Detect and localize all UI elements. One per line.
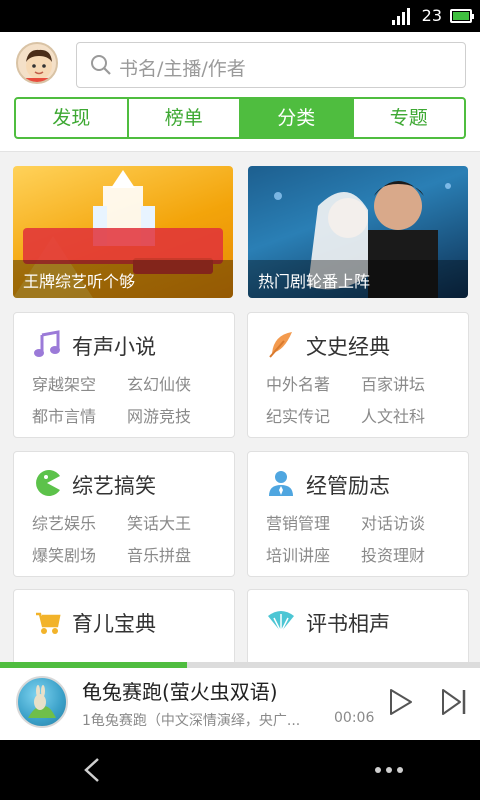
subcategory-link[interactable]: 网游竞技: [127, 403, 191, 427]
music-note-icon: [34, 330, 60, 357]
category-title: 综艺搞笑: [72, 474, 156, 498]
mini-player[interactable]: 龟兔赛跑(萤火虫双语) 1龟兔赛跑（中文深情演绎，央广... 00:06: [0, 668, 480, 740]
category-classics[interactable]: 文史经典 中外名著 百家讲坛 纪实传记 人文社科: [247, 312, 469, 438]
subcategory-link[interactable]: 音乐拼盘: [127, 542, 191, 566]
subcategory-link[interactable]: 中外名著: [266, 371, 330, 395]
category-storytelling[interactable]: 评书相声: [247, 589, 469, 662]
category-parenting[interactable]: 育儿宝典: [13, 589, 235, 662]
tab-topics[interactable]: 专题: [354, 99, 465, 137]
category-title: 育儿宝典: [72, 612, 156, 636]
battery-icon: [450, 8, 474, 23]
category-title: 评书相声: [306, 612, 390, 636]
category-title: 文史经典: [306, 335, 390, 359]
banner-variety[interactable]: 王牌综艺听个够: [13, 166, 233, 298]
tab-bar: 发现 榜单 分类 专题: [14, 97, 466, 139]
next-track-icon[interactable]: [440, 688, 468, 716]
status-bar: 23: [0, 0, 480, 32]
category-title: 经管励志: [306, 474, 390, 498]
category-business[interactable]: 经管励志 营销管理 对话访谈 培训讲座 投资理财: [247, 451, 469, 577]
pacman-icon: [36, 470, 60, 496]
fan-icon: [268, 611, 294, 633]
signal-icon: [391, 7, 414, 25]
search-icon: [91, 55, 111, 75]
banner-caption: 热门剧轮番上阵: [248, 260, 468, 298]
subcategory-link[interactable]: 营销管理: [266, 510, 330, 534]
tab-charts[interactable]: 榜单: [129, 99, 241, 137]
tab-discover[interactable]: 发现: [16, 99, 129, 137]
feather-icon: [269, 332, 292, 358]
subcategory-link[interactable]: 综艺娱乐: [32, 510, 96, 534]
track-subtitle: 1龟兔赛跑（中文深情演绎，央广...: [82, 713, 301, 729]
category-title: 有声小说: [72, 335, 156, 359]
subcategory-link[interactable]: 投资理财: [361, 542, 425, 566]
search-placeholder: 书名/主播/作者: [119, 58, 246, 80]
subcategory-link[interactable]: 培训讲座: [266, 542, 330, 566]
subcategory-link[interactable]: 笑话大王: [127, 510, 191, 534]
subcategory-link[interactable]: 对话访谈: [361, 510, 425, 534]
more-icon[interactable]: [374, 766, 404, 774]
banner-caption: 王牌综艺听个够: [13, 260, 233, 298]
subcategory-link[interactable]: 爆笑剧场: [32, 542, 96, 566]
track-time: 00:06: [334, 710, 375, 726]
status-time: 23: [421, 6, 442, 25]
avatar[interactable]: [16, 42, 58, 84]
navigation-bar: [0, 740, 480, 800]
subcategory-link[interactable]: 人文社科: [361, 403, 425, 427]
category-comedy[interactable]: 综艺搞笑 综艺娱乐 笑话大王 爆笑剧场 音乐拼盘: [13, 451, 235, 577]
back-icon[interactable]: [80, 756, 104, 784]
tab-categories[interactable]: 分类: [241, 99, 354, 137]
banner-drama[interactable]: 热门剧轮番上阵: [248, 166, 468, 298]
track-title: 龟兔赛跑(萤火虫双语): [82, 680, 278, 704]
search-input[interactable]: 书名/主播/作者: [76, 42, 466, 88]
subcategory-link[interactable]: 百家讲坛: [361, 371, 425, 395]
person-tie-icon: [269, 471, 293, 496]
header: 书名/主播/作者 发现 榜单 分类 专题: [0, 32, 480, 152]
subcategory-link[interactable]: 玄幻仙侠: [127, 371, 191, 395]
category-novel[interactable]: 有声小说 穿越架空 玄幻仙侠 都市言情 网游竞技: [13, 312, 235, 438]
subcategory-link[interactable]: 纪实传记: [266, 403, 330, 427]
subcategory-link[interactable]: 都市言情: [32, 403, 96, 427]
stroller-icon: [36, 612, 61, 634]
play-icon[interactable]: [388, 688, 414, 716]
album-cover: [16, 676, 68, 728]
subcategory-link[interactable]: 穿越架空: [32, 371, 96, 395]
